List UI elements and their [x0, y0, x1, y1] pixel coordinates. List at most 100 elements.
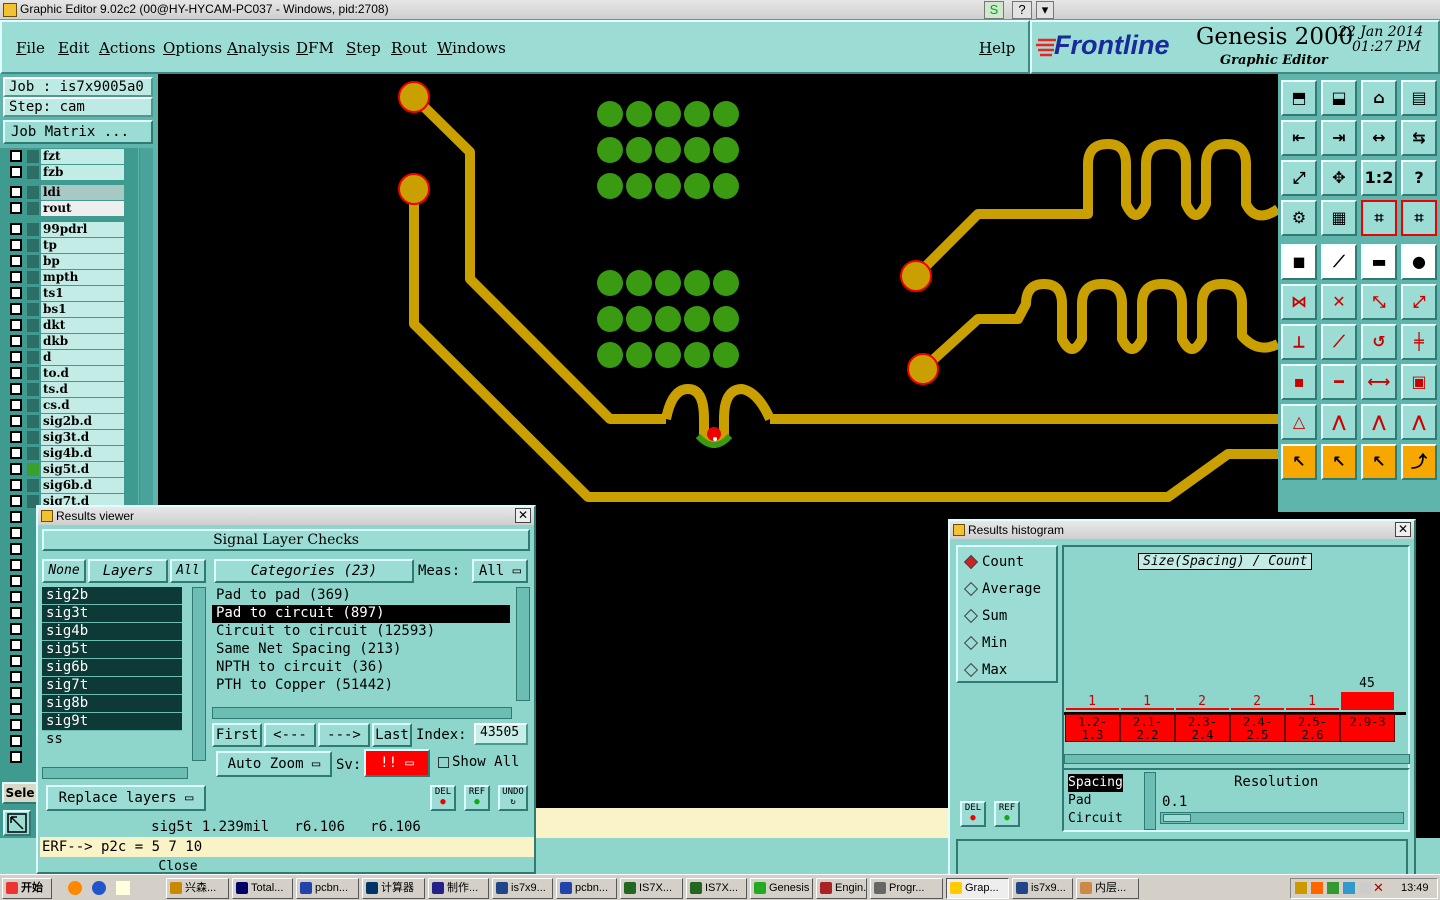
index-input[interactable]: 43505 — [474, 723, 528, 745]
layers-button[interactable]: Layers — [88, 559, 168, 583]
hist-ref-button[interactable]: REF ● — [994, 801, 1020, 827]
first-button[interactable]: First — [212, 723, 262, 747]
layer-row[interactable] — [8, 622, 28, 637]
show-all-checkbox[interactable] — [438, 757, 449, 768]
layer-checkbox[interactable] — [10, 623, 22, 635]
layer-row[interactable] — [8, 670, 28, 685]
layer-checkbox[interactable] — [10, 495, 22, 507]
layer-row[interactable] — [8, 606, 28, 621]
layer-row[interactable] — [8, 510, 28, 525]
menu-analysis[interactable]: Analysis — [227, 39, 290, 57]
layer-checkbox[interactable] — [10, 431, 22, 443]
layer-checkbox[interactable] — [10, 399, 22, 411]
layer-row[interactable] — [8, 638, 28, 653]
tool-button[interactable]: ▬ — [1361, 244, 1397, 280]
layer-row[interactable] — [8, 590, 28, 605]
sv-dropdown[interactable]: !! ▭ — [364, 749, 430, 777]
menu-step[interactable]: Step — [346, 39, 381, 57]
layer-checkbox[interactable] — [10, 223, 22, 235]
tool-button[interactable]: ✥ — [1321, 160, 1357, 196]
mode-radio-count[interactable]: Count — [958, 553, 1056, 573]
layer-checkbox[interactable] — [10, 415, 22, 427]
layer-checkbox[interactable] — [10, 655, 22, 667]
network-icon[interactable]: ✕ — [1373, 880, 1384, 896]
taskbar-item[interactable]: pcbn... — [296, 878, 359, 899]
tool-button[interactable]: ✕ — [1321, 284, 1357, 320]
layer-row[interactable]: sig4b.d — [8, 446, 124, 461]
layer-checkbox[interactable] — [10, 166, 22, 178]
layer-checkbox[interactable] — [10, 351, 22, 363]
none-button[interactable]: None — [42, 559, 86, 583]
categories-button[interactable]: Categories (23) — [214, 559, 414, 583]
layer-row[interactable] — [8, 542, 28, 557]
category-list[interactable]: Pad to pad (369) Pad to circuit (897) Circ… — [212, 587, 510, 701]
result-layer-item[interactable]: ss — [42, 731, 188, 749]
layer-checkbox[interactable] — [10, 303, 22, 315]
layer-row[interactable]: tp — [8, 238, 124, 253]
layer-row[interactable] — [8, 734, 28, 749]
tool-button[interactable]: ⚙ — [1281, 200, 1317, 236]
resolution-item[interactable]: Pad — [1068, 792, 1123, 810]
category-item[interactable]: Pad to circuit (897) — [212, 605, 510, 623]
mode-radio-min[interactable]: Min — [958, 634, 1056, 654]
layer-row[interactable] — [8, 526, 28, 541]
layer-checkbox[interactable] — [10, 591, 22, 603]
category-item[interactable]: PTH to Copper (51442) — [212, 677, 510, 695]
taskbar-item[interactable]: Grap... — [946, 878, 1009, 899]
tray-icon[interactable] — [1295, 882, 1307, 894]
layer-row[interactable]: sig5t.d — [8, 462, 124, 477]
zoom-tool-button[interactable] — [3, 810, 31, 836]
tool-button[interactable]: ⤡ — [1361, 284, 1397, 320]
menu-file[interactable]: File — [16, 39, 45, 57]
menu-options[interactable]: Options — [163, 39, 222, 57]
taskbar-item[interactable]: is7x9... — [1012, 878, 1073, 899]
s-button[interactable]: S — [984, 1, 1004, 19]
layer-checkbox[interactable] — [10, 447, 22, 459]
tool-button[interactable]: ▪ — [1281, 364, 1317, 400]
taskbar-item[interactable]: Progr... — [870, 878, 943, 899]
close-icon[interactable]: ✕ — [515, 508, 531, 523]
layer-checkbox[interactable] — [10, 202, 22, 214]
tool-button[interactable]: ⟋ — [1321, 324, 1357, 360]
tool-button[interactable]: ◼ — [1281, 244, 1317, 280]
menu-dfm[interactable]: DFM — [296, 39, 334, 57]
histogram-hscroll[interactable] — [1064, 754, 1410, 764]
prev-button[interactable]: <--- — [264, 723, 316, 747]
layer-checkbox[interactable] — [10, 239, 22, 251]
category-hscroll[interactable] — [212, 707, 512, 719]
resolution-scrollbar[interactable] — [1144, 772, 1156, 830]
tool-button[interactable]: ▣ — [1401, 364, 1437, 400]
layer-row[interactable]: dkb — [8, 334, 124, 349]
del-button[interactable]: DEL ● — [430, 785, 456, 811]
ref-button[interactable]: REF ● — [464, 785, 490, 811]
menu-actions[interactable]: Actions — [99, 39, 155, 57]
taskbar-item[interactable]: Engin... — [816, 878, 867, 899]
layer-row[interactable]: bp — [8, 254, 124, 269]
tool-button[interactable]: ⇤ — [1281, 120, 1317, 156]
taskbar-item[interactable]: 制作... — [428, 878, 489, 899]
tool-button[interactable]: ⋀ — [1321, 404, 1357, 440]
taskbar-item[interactable]: 内层... — [1076, 878, 1139, 899]
auto-zoom-button[interactable]: Auto Zoom ▭ — [216, 751, 332, 777]
layer-list-scrollbar[interactable] — [192, 587, 206, 761]
layer-row[interactable]: d — [8, 350, 124, 365]
tool-button[interactable]: ↖ — [1321, 444, 1357, 480]
layer-checkbox[interactable] — [10, 255, 22, 267]
layer-checkbox[interactable] — [10, 639, 22, 651]
layer-checkbox[interactable] — [10, 511, 22, 523]
result-layer-item[interactable]: sig6b — [42, 659, 182, 677]
category-item[interactable]: Pad to pad (369) — [212, 587, 510, 605]
layer-checkbox[interactable] — [10, 687, 22, 699]
layer-row[interactable] — [8, 718, 28, 733]
menu-windows[interactable]: Windows — [437, 39, 506, 57]
result-layer-item[interactable]: sig3t — [42, 605, 182, 623]
tool-button[interactable]: ⤴ — [1401, 444, 1437, 480]
taskbar-item[interactable]: Total... — [232, 878, 293, 899]
tool-button[interactable]: 1:2 — [1361, 160, 1397, 196]
resolution-item[interactable]: Circuit — [1068, 810, 1123, 828]
tool-button[interactable]: ⤢ — [1281, 160, 1317, 196]
mode-radio-average[interactable]: Average — [958, 580, 1056, 600]
menu-help[interactable]: Help — [979, 39, 1015, 57]
layer-row[interactable]: dkt — [8, 318, 124, 333]
tool-button[interactable]: ⇆ — [1401, 120, 1437, 156]
